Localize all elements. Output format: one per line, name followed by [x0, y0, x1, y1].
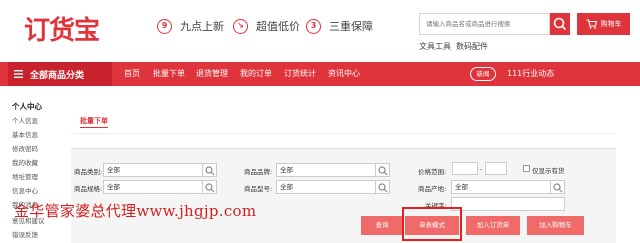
- sidebar-item-basic-info[interactable]: 基本信息: [12, 129, 38, 139]
- badge-guarantee-label: 三重保障: [329, 20, 373, 33]
- nav-order-stats[interactable]: 订货统计: [284, 62, 316, 86]
- in-stock-checkbox[interactable]: [523, 165, 530, 172]
- sidebar-item-change-password[interactable]: 修改密码: [12, 143, 38, 153]
- search-icon: [553, 17, 567, 31]
- price-label: 价格范围:: [418, 168, 447, 176]
- category-select[interactable]: 全部: [103, 163, 203, 177]
- news-ticker[interactable]: 111行业动态: [507, 62, 554, 86]
- category-menu-label: 全部商品分类: [30, 70, 85, 81]
- category-label: 商品类别:: [74, 168, 103, 176]
- price-separator: -: [480, 165, 483, 173]
- add-order-button[interactable]: 加入订货单: [466, 216, 520, 235]
- nav-news-center[interactable]: 资讯中心: [328, 62, 360, 86]
- spec-select[interactable]: 全部: [103, 180, 203, 194]
- origin-search-button[interactable]: [551, 180, 565, 194]
- sidebar-item-error-report[interactable]: 错误反馈: [12, 229, 38, 239]
- search-button[interactable]: [550, 13, 570, 35]
- badge-new: 9 九点上新: [157, 18, 224, 34]
- badge-low-price: ↘ 超值低价: [233, 18, 300, 34]
- add-cart-button[interactable]: 加入购物车: [527, 216, 584, 235]
- search-icon: [378, 183, 388, 193]
- cart-label: 购物车: [600, 20, 622, 28]
- hot-link-stationery[interactable]: 文具工具: [419, 41, 451, 52]
- main-nav: 全部商品分类 首页 批量下单 退货管理 我的订单 订货统计 资讯中心 新闻 11…: [0, 62, 640, 86]
- brand-select[interactable]: 全部: [276, 163, 376, 177]
- nav-returns[interactable]: 退货管理: [196, 62, 228, 86]
- site-header: 订货宝 9 九点上新 ↘ 超值低价 3 三重保障 购物车 文具工具 数码配件: [0, 0, 640, 62]
- nav-batch-order[interactable]: 批量下单: [153, 62, 185, 86]
- trend-icon: ↘: [233, 18, 248, 34]
- model-label: 商品型号:: [244, 185, 273, 193]
- origin-select[interactable]: 全部: [451, 180, 551, 194]
- nav-home[interactable]: 首页: [124, 62, 140, 86]
- hot-link-digital[interactable]: 数码配件: [456, 41, 488, 52]
- model-select[interactable]: 全部: [276, 180, 376, 194]
- badge-new-label: 九点上新: [180, 20, 224, 33]
- watermark: 金华管家婆总代理www.jhgjp.com: [14, 202, 257, 220]
- section-title: 批量下单: [80, 116, 108, 128]
- spec-search-button[interactable]: [203, 180, 217, 194]
- sidebar-item-messages-center[interactable]: 信息中心: [12, 185, 38, 195]
- clock-icon: 9: [157, 18, 172, 34]
- search-icon: [205, 183, 215, 193]
- cart-icon: [586, 19, 597, 29]
- cart-button[interactable]: 购物车: [577, 13, 630, 35]
- category-menu[interactable]: 全部商品分类: [8, 62, 112, 86]
- highlight-box: [402, 207, 462, 241]
- price-max-input[interactable]: [485, 162, 507, 175]
- sidebar-item-favorites[interactable]: 我的收藏: [12, 157, 38, 167]
- brand-search-button[interactable]: [376, 163, 390, 177]
- category-search-button[interactable]: [203, 163, 217, 177]
- query-button[interactable]: 查询: [361, 216, 403, 235]
- in-stock-label: 仅显示有货: [532, 167, 565, 175]
- search-icon: [205, 166, 215, 176]
- shield-icon: 3: [306, 18, 321, 34]
- site-logo[interactable]: 订货宝: [24, 10, 100, 47]
- sidebar-item-address[interactable]: 地址管理: [12, 171, 38, 181]
- divider: [71, 133, 616, 134]
- model-search-button[interactable]: [376, 180, 390, 194]
- sidebar-item-personal-info[interactable]: 个人信息: [12, 115, 38, 125]
- price-min-input[interactable]: [452, 162, 478, 175]
- search-icon: [553, 183, 563, 193]
- news-badge[interactable]: 新闻: [470, 67, 496, 81]
- badge-guarantee: 3 三重保障: [306, 18, 373, 34]
- brand-label: 商品品牌:: [244, 168, 273, 176]
- badge-low-price-label: 超值低价: [256, 20, 300, 33]
- keyword-input[interactable]: [451, 197, 565, 211]
- menu-icon: [14, 70, 23, 78]
- search-icon: [378, 166, 388, 176]
- search-box: [419, 13, 550, 35]
- spec-label: 商品规格:: [74, 185, 103, 193]
- search-input[interactable]: [420, 14, 549, 34]
- nav-my-orders[interactable]: 我的订单: [240, 62, 272, 86]
- sidebar-title: 个人中心: [12, 102, 42, 111]
- origin-label: 商品产地:: [418, 185, 447, 193]
